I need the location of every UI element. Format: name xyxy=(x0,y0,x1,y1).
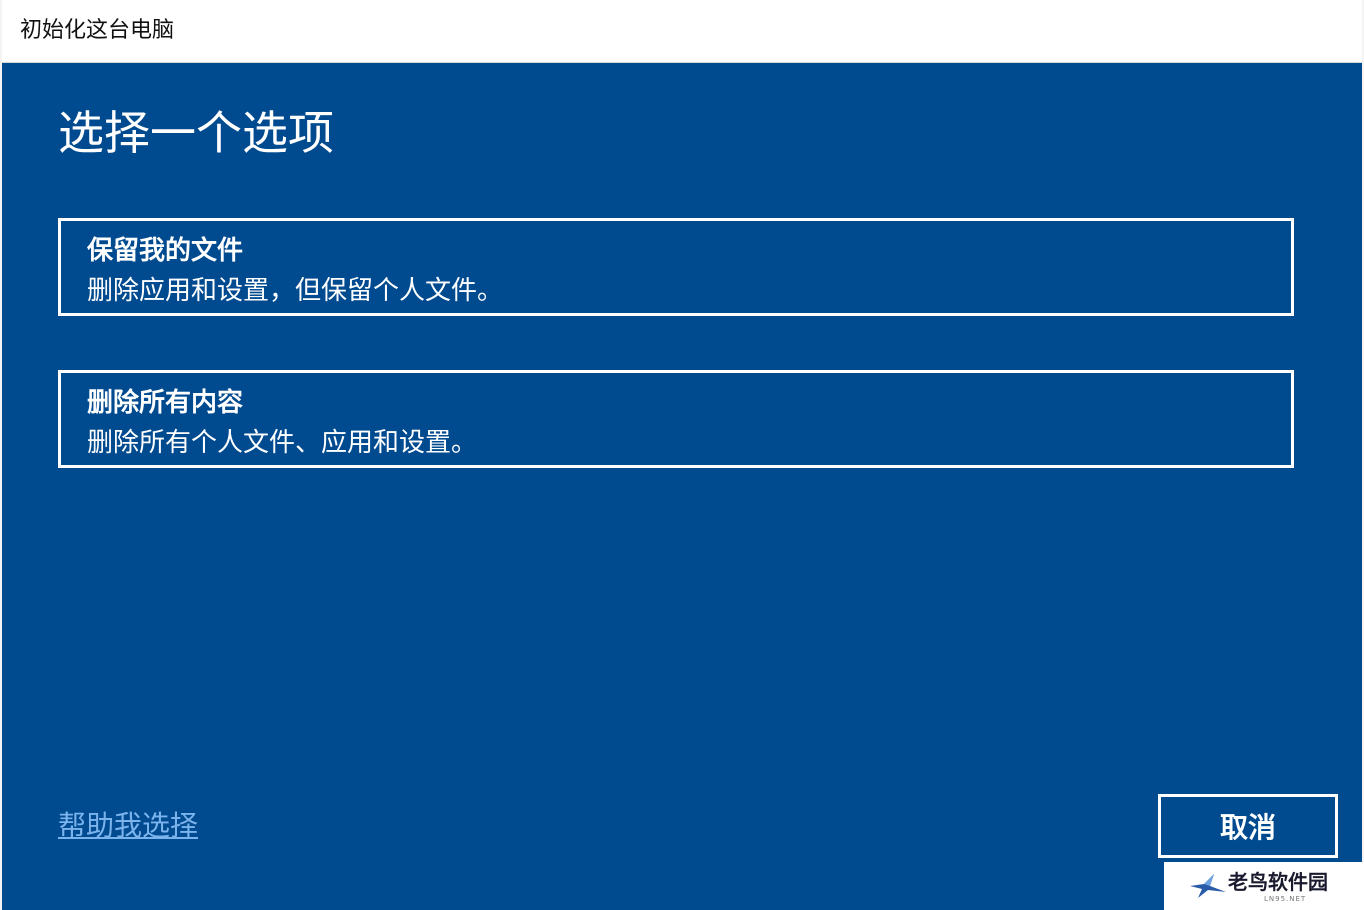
window-title: 初始化这台电脑 xyxy=(20,18,175,43)
option-title: 保留我的文件 xyxy=(87,236,244,266)
page-title: 选择一个选项 xyxy=(58,106,334,160)
cancel-button[interactable]: 取消 xyxy=(1158,794,1338,858)
reset-pc-window: 初始化这台电脑 选择一个选项 保留我的文件 删除应用和设置，但保留个人文件。 删… xyxy=(0,0,1364,910)
option-description: 删除应用和设置，但保留个人文件。 xyxy=(87,276,504,306)
option-title: 删除所有内容 xyxy=(87,388,244,418)
remove-everything-option[interactable]: 删除所有内容 删除所有个人文件、应用和设置。 xyxy=(58,370,1294,468)
keep-my-files-option[interactable]: 保留我的文件 删除应用和设置，但保留个人文件。 xyxy=(58,218,1294,316)
help-me-choose-link[interactable]: 帮助我选择 xyxy=(58,808,198,844)
watermark: 老鸟软件园 LN95.NET xyxy=(1164,862,1364,910)
title-bar: 初始化这台电脑 xyxy=(2,0,1362,63)
option-description: 删除所有个人文件、应用和设置。 xyxy=(87,428,478,458)
dialog-panel: 选择一个选项 保留我的文件 删除应用和设置，但保留个人文件。 删除所有内容 删除… xyxy=(2,63,1362,910)
watermark-text: 老鸟软件园 xyxy=(1228,870,1328,894)
watermark-subtext: LN95.NET xyxy=(1264,895,1307,903)
bird-logo-icon xyxy=(1190,874,1226,898)
